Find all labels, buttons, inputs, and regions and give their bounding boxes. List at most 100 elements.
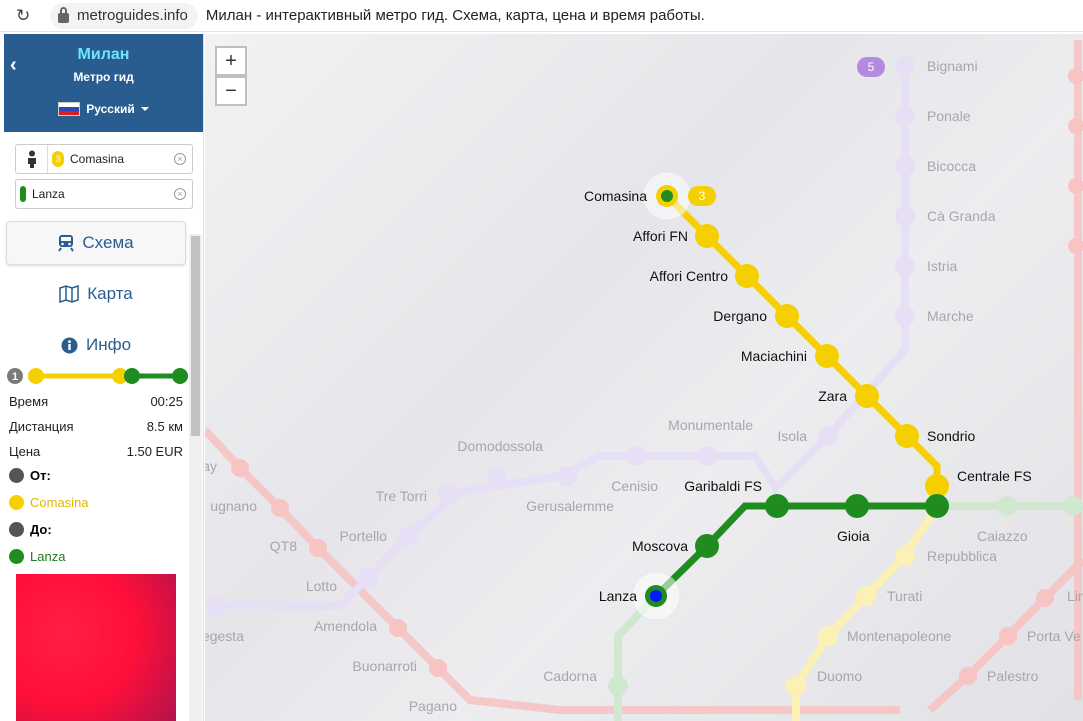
to-heading: До: <box>9 522 52 537</box>
station-label: egesta <box>205 628 244 644</box>
info-distance-row: Дистанция 8.5 км <box>9 419 183 434</box>
station-label: Marche <box>927 308 974 324</box>
line3-map-badge: 3 <box>699 189 706 203</box>
line2-dot-icon <box>9 549 24 564</box>
station-label: Montenapoleone <box>847 628 952 644</box>
station-label: Gerusalemme <box>526 498 614 514</box>
station-label: Affori Centro <box>650 268 729 284</box>
station-label: Porta Ve <box>1027 628 1081 644</box>
station-label: Buonarroti <box>352 658 417 674</box>
info-price-row: Цена 1.50 EUR <box>9 444 183 459</box>
station-label: ugnano <box>210 498 257 514</box>
info-value: 8.5 км <box>146 419 183 434</box>
station-label: Monumentale <box>668 417 753 433</box>
clear-icon[interactable]: × <box>174 153 186 165</box>
from-heading: От: <box>9 468 51 483</box>
station-label: Turati <box>887 588 922 604</box>
station-label: Maciachini <box>741 348 807 364</box>
station-label: Duomo <box>817 668 862 684</box>
station-label: Garibaldi FS <box>684 478 762 494</box>
station-label: Palestro <box>987 668 1039 684</box>
station-label: Bicocca <box>927 158 976 174</box>
language-label: Русский <box>86 102 135 116</box>
station-label: Moscova <box>632 538 688 554</box>
tab-map[interactable]: Карта <box>6 272 186 316</box>
station-label: Repubblica <box>927 548 997 564</box>
info-value: 1.50 EUR <box>126 444 183 459</box>
line5-map-badge: 5 <box>868 60 875 74</box>
metro-map[interactable]: 3 5 Comasina Affori FN Affori Centro Der… <box>205 34 1083 721</box>
info-label: Цена <box>9 444 41 459</box>
page-title: Милан - интерактивный метро гид. Схема, … <box>205 7 705 24</box>
russia-flag-icon <box>58 102 81 116</box>
route-end-dot <box>172 368 188 384</box>
info-value: 00:25 <box>150 394 183 409</box>
station-label: Sondrio <box>927 428 975 444</box>
station-label: Zara <box>818 388 847 404</box>
from-station-field[interactable]: 3 Comasina × <box>15 144 193 174</box>
line2-marker <box>20 186 26 202</box>
to-label: До: <box>30 522 52 537</box>
station-label: Cenisio <box>611 478 658 494</box>
from-station[interactable]: Comasina <box>9 495 89 510</box>
clear-icon[interactable]: × <box>174 188 186 200</box>
to-station-value: Lanza <box>32 187 65 201</box>
from-station-value: Comasina <box>70 152 125 166</box>
language-select[interactable]: Русский <box>4 102 203 116</box>
browser-toolbar: ↻ metroguides.info Милан - интерактивный… <box>0 0 1083 32</box>
station-label: ay <box>205 458 217 474</box>
to-station[interactable]: Lanza <box>9 549 65 564</box>
to-station-field[interactable]: Lanza × <box>15 179 193 209</box>
scrollbar-thumb[interactable] <box>191 236 200 436</box>
info-label: Дистанция <box>9 419 74 434</box>
station-label: Dergano <box>713 308 767 324</box>
from-dot-icon <box>9 468 24 483</box>
route-start-dot <box>28 368 44 384</box>
station-label: Pagano <box>409 698 457 714</box>
tab-label: Инфо <box>85 335 132 354</box>
route-transfer-dot <box>124 368 140 384</box>
guide-subtitle: Метро гид <box>73 70 134 84</box>
from-station-name: Comasina <box>30 495 89 510</box>
line3-dot-icon <box>9 495 24 510</box>
back-chevron-icon[interactable]: ‹ <box>10 54 17 77</box>
tab-info[interactable]: Инфо <box>6 323 186 367</box>
station-label: Cadorna <box>543 668 597 684</box>
info-icon <box>61 337 78 353</box>
map-icon <box>59 285 79 303</box>
to-dot-icon <box>9 522 24 537</box>
station-label: Affori FN <box>633 228 688 244</box>
station-label: Isola <box>777 428 807 444</box>
metro-scheme: 3 5 Comasina Affori FN Affori Centro Der… <box>205 40 1083 721</box>
tab-scheme[interactable]: Схема <box>6 221 186 265</box>
station-label: Lanza <box>599 588 637 604</box>
train-icon <box>58 235 75 252</box>
station-label: Lin <box>1067 588 1083 604</box>
station-label: Caiazzo <box>977 528 1028 544</box>
sidebar-header: ‹ Милан Метро гид Русский <box>4 34 203 132</box>
station-label: Bignami <box>927 58 978 74</box>
station-label: Cà Granda <box>927 208 996 224</box>
line3-badge: 3 <box>52 151 64 167</box>
station-label: Tre Torri <box>376 488 427 504</box>
address-bar[interactable]: metroguides.info <box>50 2 198 29</box>
tab-label: Схема <box>82 233 134 252</box>
lock-icon <box>58 6 69 23</box>
station-label: Gioia <box>837 528 870 544</box>
person-icon <box>16 145 48 173</box>
info-label: Время <box>9 394 49 409</box>
zoom-out-button[interactable]: − <box>215 76 247 106</box>
zoom-in-button[interactable]: + <box>215 46 247 76</box>
advertisement-image[interactable] <box>16 574 176 721</box>
info-time-row: Время 00:25 <box>9 394 183 409</box>
station-label: Centrale FS <box>957 468 1032 484</box>
transfer-count: 1 <box>12 371 18 383</box>
to-station-name: Lanza <box>30 549 66 564</box>
station-label: Comasina <box>584 188 647 204</box>
station-label: QT8 <box>270 538 297 554</box>
reload-icon[interactable]: ↻ <box>16 6 36 26</box>
route-line-diagram: 1 <box>7 368 188 384</box>
from-label: От: <box>30 468 51 483</box>
caret-down-icon <box>140 107 149 111</box>
station-label: Ponale <box>927 108 971 124</box>
